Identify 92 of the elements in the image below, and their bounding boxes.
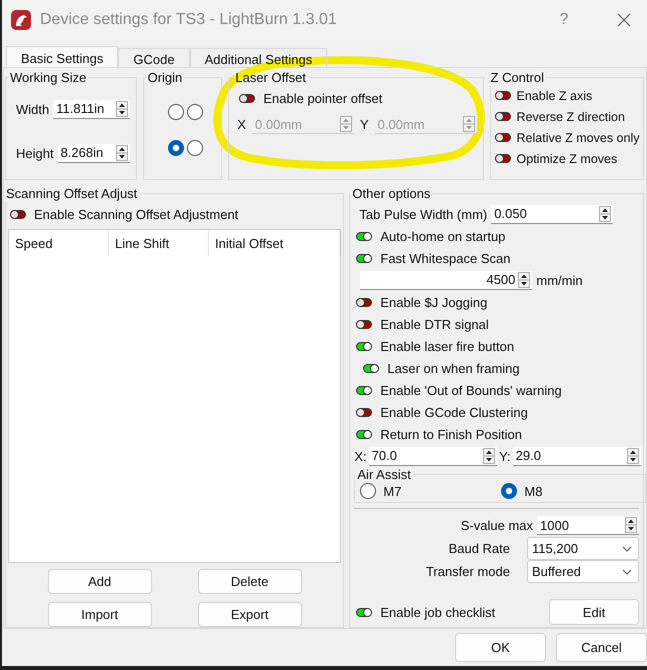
column-header[interactable]: Initial Offset — [209, 230, 340, 256]
button[interactable]: Import — [48, 602, 152, 627]
tab[interactable]: GCode — [118, 48, 190, 67]
field-label: Width — [16, 102, 50, 116]
radio-button[interactable] — [500, 482, 518, 500]
number-field[interactable]: 1000 — [537, 516, 639, 535]
toggle-label: Enable Scanning Offset Adjustment — [34, 206, 238, 222]
toggle-label: Enable $J Jogging — [380, 294, 488, 310]
spin-arrows-icon — [625, 517, 637, 533]
field-label: Baud Rate — [448, 541, 510, 556]
group-title: Origin — [146, 70, 184, 85]
dropdown[interactable]: Buffered — [527, 560, 639, 583]
toggle-label: Auto-home on startup — [380, 228, 506, 244]
origin-radio[interactable] — [186, 103, 204, 121]
group-title: Z Control — [490, 70, 545, 85]
toggle-switch[interactable] — [363, 364, 380, 372]
field-label: Height — [16, 146, 54, 160]
toggle-switch[interactable] — [356, 608, 372, 616]
spin-arrows-icon — [518, 272, 530, 288]
field-label: Transfer mode — [426, 564, 510, 579]
toggle-label: Enable Z axis — [516, 88, 592, 102]
group-title: Working Size — [9, 70, 88, 85]
toggle-label: Relative Z moves only — [516, 130, 640, 144]
field-label: X — [237, 117, 246, 132]
toggle-switch[interactable] — [356, 298, 372, 306]
number-field[interactable]: 0.050 — [491, 204, 614, 224]
toggle-switch[interactable] — [356, 408, 372, 416]
chevron-down-icon — [622, 568, 632, 574]
number-field[interactable]: 70.0 — [368, 446, 498, 466]
radio-label: M7 — [383, 484, 402, 498]
group-title: Other options — [351, 186, 432, 201]
origin-radio[interactable] — [186, 139, 204, 157]
toggle-switch[interactable] — [239, 94, 256, 102]
column-header[interactable]: Speed — [9, 230, 109, 256]
dialog-button[interactable]: OK — [455, 633, 546, 662]
toggle-label: Laser on when framing — [387, 360, 520, 376]
toggle-label: Enable DTR signal — [380, 316, 489, 332]
toggle-switch[interactable] — [494, 112, 511, 121]
spin-arrows-icon — [340, 116, 352, 132]
toggle-label: Enable job checklist — [380, 604, 496, 620]
button[interactable]: Export — [198, 602, 302, 627]
button[interactable]: Delete — [198, 569, 302, 594]
spin-arrows-icon — [599, 206, 612, 222]
spin-arrows-icon — [116, 100, 128, 116]
toggle-label: Enable pointer offset — [263, 90, 382, 106]
field-label: S-value max — [460, 518, 533, 533]
dialog-button[interactable]: Cancel — [556, 633, 647, 662]
tab[interactable]: Basic Settings — [6, 46, 118, 69]
field-label: X: — [354, 448, 367, 464]
toggle-switch[interactable] — [356, 320, 372, 328]
radio-label: M8 — [524, 484, 542, 498]
unit-label: mm/min — [536, 272, 583, 288]
toggle-label: Reverse Z direction — [516, 110, 625, 124]
chevron-down-icon — [622, 546, 632, 552]
dropdown[interactable]: 115,200 — [527, 537, 639, 560]
spin-arrows-icon — [627, 448, 640, 464]
number-field[interactable]: 11.811in — [53, 100, 130, 118]
group-title: Scanning Offset Adjust — [5, 186, 138, 201]
toggle-switch[interactable] — [356, 342, 372, 350]
spin-arrows-icon — [116, 144, 128, 160]
number-field[interactable]: 8.268in — [58, 144, 130, 162]
spin-arrows-icon — [483, 448, 496, 464]
toggle-label: Fast Whitespace Scan — [380, 250, 510, 266]
toggle-label: Return to Finish Position — [380, 426, 522, 442]
toggle-switch[interactable] — [356, 232, 372, 240]
number-field[interactable]: 4500 — [360, 270, 532, 290]
group-title: Air Assist — [356, 467, 412, 482]
origin-radio[interactable] — [166, 139, 185, 157]
field-label: Y: — [499, 448, 511, 464]
number-field[interactable]: 29.0 — [512, 446, 642, 466]
column-header[interactable]: Line Shift — [109, 230, 209, 256]
toggle-switch[interactable] — [10, 210, 26, 218]
button[interactable]: Add — [48, 569, 152, 594]
close-icon[interactable] — [617, 13, 631, 27]
origin-radio[interactable] — [166, 103, 185, 121]
window-title: Device settings for TS3 - LightBurn 1.3.01 — [40, 11, 337, 29]
field-label: Tab Pulse Width (mm) — [359, 206, 488, 222]
field-label: Y — [360, 117, 369, 132]
toggle-switch[interactable] — [356, 254, 372, 262]
toggle-label: Enable 'Out of Bounds' warning — [380, 382, 562, 398]
edit-button[interactable]: Edit — [549, 599, 639, 625]
toggle-switch[interactable] — [356, 430, 372, 438]
toggle-label: Enable laser fire button — [380, 338, 514, 354]
app-icon — [10, 9, 32, 31]
toggle-switch[interactable] — [356, 386, 372, 394]
toggle-switch[interactable] — [494, 91, 511, 100]
toggle-switch[interactable] — [494, 154, 511, 163]
toggle-label: Enable GCode Clustering — [380, 404, 528, 420]
radio-button[interactable] — [359, 482, 378, 500]
spin-arrows-icon — [462, 116, 475, 132]
toggle-switch[interactable] — [494, 133, 511, 142]
toggle-label: Optimize Z moves — [516, 152, 618, 166]
